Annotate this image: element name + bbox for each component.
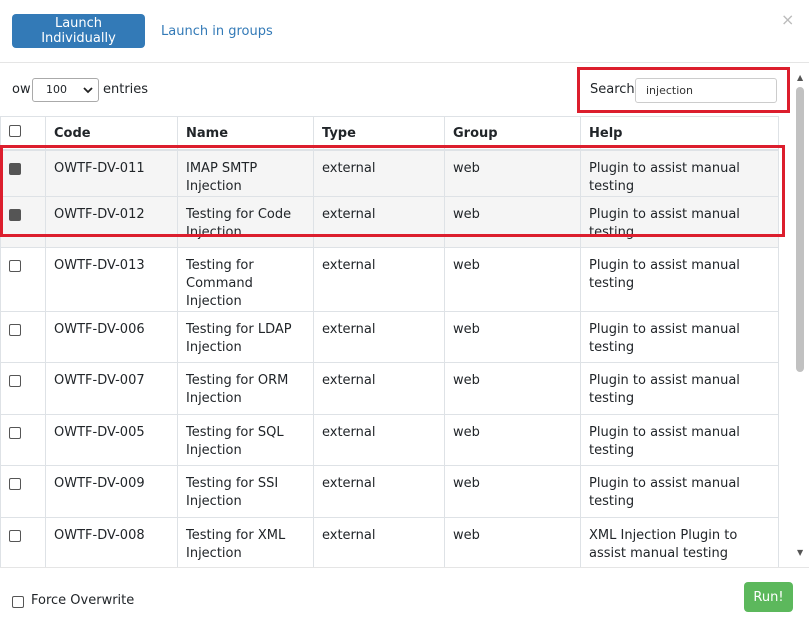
- row-checkbox-cell[interactable]: [0, 311, 46, 363]
- help-cell: Plugin to assist manual testing: [580, 465, 779, 518]
- entries-label: entries: [103, 82, 149, 97]
- code-cell: OWTF-DV-007: [45, 362, 178, 415]
- type-cell: external: [313, 414, 445, 466]
- row-checkbox-cell[interactable]: [0, 196, 46, 248]
- table-row[interactable]: OWTF-DV-012 Testing for Code Injection ext…: [0, 196, 779, 248]
- type-cell: external: [313, 362, 445, 415]
- table-row[interactable]: OWTF-DV-005 Testing for SQL Injection exte…: [0, 414, 779, 466]
- table-header-row: Code Name Type Group Help: [0, 116, 779, 151]
- plugins-table: Code Name Type Group Help OWTF-DV-011 IMA…: [0, 116, 779, 567]
- group-cell: web: [444, 362, 581, 415]
- scroll-down-icon[interactable]: ▼: [797, 548, 803, 557]
- close-icon[interactable]: ×: [781, 12, 794, 28]
- entries-value: 100: [46, 83, 67, 96]
- code-cell: OWTF-DV-006: [45, 311, 178, 363]
- search-label: Search:: [590, 82, 640, 97]
- row-checkbox-cell[interactable]: [0, 149, 46, 197]
- scrollbar-thumb[interactable]: [796, 87, 804, 372]
- table-row[interactable]: OWTF-DV-006 Testing for LDAP Injection ext…: [0, 311, 779, 363]
- scrollbar[interactable]: ▲ ▼: [793, 71, 809, 567]
- name-cell: Testing for ORM Injection: [177, 362, 314, 415]
- row-checkbox[interactable]: [9, 324, 21, 336]
- row-checkbox[interactable]: [9, 478, 21, 490]
- force-overwrite-label[interactable]: Force Overwrite: [31, 593, 134, 608]
- help-cell: XML Injection Plugin to assist manual te…: [580, 517, 779, 567]
- modal-footer: Force Overwrite Run!: [0, 567, 809, 622]
- help-cell: Plugin to assist manual testing: [580, 311, 779, 363]
- header-code[interactable]: Code: [45, 116, 178, 151]
- table-row[interactable]: OWTF-DV-009 Testing for SSI Injection exte…: [0, 465, 779, 518]
- row-checkbox-cell[interactable]: [0, 247, 46, 312]
- table-row[interactable]: OWTF-DV-008 Testing for XML Injection exte…: [0, 517, 779, 567]
- code-cell: OWTF-DV-008: [45, 517, 178, 567]
- chevron-down-icon: [83, 79, 93, 110]
- row-checkbox-cell[interactable]: [0, 414, 46, 466]
- type-cell: external: [313, 311, 445, 363]
- group-cell: web: [444, 149, 581, 197]
- help-cell: Plugin to assist manual testing: [580, 196, 779, 248]
- launch-in-groups-link[interactable]: Launch in groups: [161, 24, 273, 39]
- code-cell: OWTF-DV-005: [45, 414, 178, 466]
- name-cell: Testing for LDAP Injection: [177, 311, 314, 363]
- table-row[interactable]: OWTF-DV-013 Testing for Command Injection…: [0, 247, 779, 312]
- name-cell: Testing for Command Injection: [177, 247, 314, 312]
- scroll-up-icon[interactable]: ▲: [797, 73, 803, 82]
- type-cell: external: [313, 465, 445, 518]
- code-cell: OWTF-DV-012: [45, 196, 178, 248]
- header-type[interactable]: Type: [313, 116, 445, 151]
- name-cell: Testing for SQL Injection: [177, 414, 314, 466]
- select-all-checkbox[interactable]: [9, 125, 21, 137]
- entries-select[interactable]: 100: [32, 78, 99, 102]
- table-row[interactable]: OWTF-DV-007 Testing for ORM Injection exte…: [0, 362, 779, 415]
- row-checkbox[interactable]: [9, 209, 21, 221]
- code-cell: OWTF-DV-009: [45, 465, 178, 518]
- code-cell: OWTF-DV-013: [45, 247, 178, 312]
- row-checkbox[interactable]: [9, 427, 21, 439]
- row-checkbox[interactable]: [9, 375, 21, 387]
- header-help[interactable]: Help: [580, 116, 779, 151]
- help-cell: Plugin to assist manual testing: [580, 362, 779, 415]
- group-cell: web: [444, 414, 581, 466]
- modal-header: Launch Individually Launch in groups ×: [0, 0, 809, 63]
- type-cell: external: [313, 517, 445, 567]
- row-checkbox-cell[interactable]: [0, 465, 46, 518]
- row-checkbox-cell[interactable]: [0, 362, 46, 415]
- row-checkbox-cell[interactable]: [0, 517, 46, 567]
- search-input[interactable]: injection: [635, 78, 777, 103]
- row-checkbox[interactable]: [9, 260, 21, 272]
- group-cell: web: [444, 311, 581, 363]
- header-name[interactable]: Name: [177, 116, 314, 151]
- type-cell: external: [313, 247, 445, 312]
- show-label: ow: [12, 82, 31, 97]
- table-row[interactable]: OWTF-DV-011 IMAP SMTP Injection external we…: [0, 149, 779, 197]
- help-cell: Plugin to assist manual testing: [580, 247, 779, 312]
- header-select-all[interactable]: [0, 116, 46, 151]
- header-group[interactable]: Group: [444, 116, 581, 151]
- group-cell: web: [444, 465, 581, 518]
- row-checkbox[interactable]: [9, 163, 21, 175]
- name-cell: IMAP SMTP Injection: [177, 149, 314, 197]
- force-overwrite-checkbox[interactable]: [12, 596, 24, 608]
- code-cell: OWTF-DV-011: [45, 149, 178, 197]
- name-cell: Testing for SSI Injection: [177, 465, 314, 518]
- plugins-table-container: Code Name Type Group Help OWTF-DV-011 IMA…: [0, 116, 793, 567]
- group-cell: web: [444, 196, 581, 248]
- type-cell: external: [313, 149, 445, 197]
- run-button[interactable]: Run!: [744, 582, 793, 612]
- help-cell: Plugin to assist manual testing: [580, 149, 779, 197]
- launch-individually-button[interactable]: Launch Individually: [12, 14, 145, 48]
- group-cell: web: [444, 247, 581, 312]
- type-cell: external: [313, 196, 445, 248]
- row-checkbox[interactable]: [9, 530, 21, 542]
- group-cell: web: [444, 517, 581, 567]
- name-cell: Testing for XML Injection: [177, 517, 314, 567]
- name-cell: Testing for Code Injection: [177, 196, 314, 248]
- help-cell: Plugin to assist manual testing: [580, 414, 779, 466]
